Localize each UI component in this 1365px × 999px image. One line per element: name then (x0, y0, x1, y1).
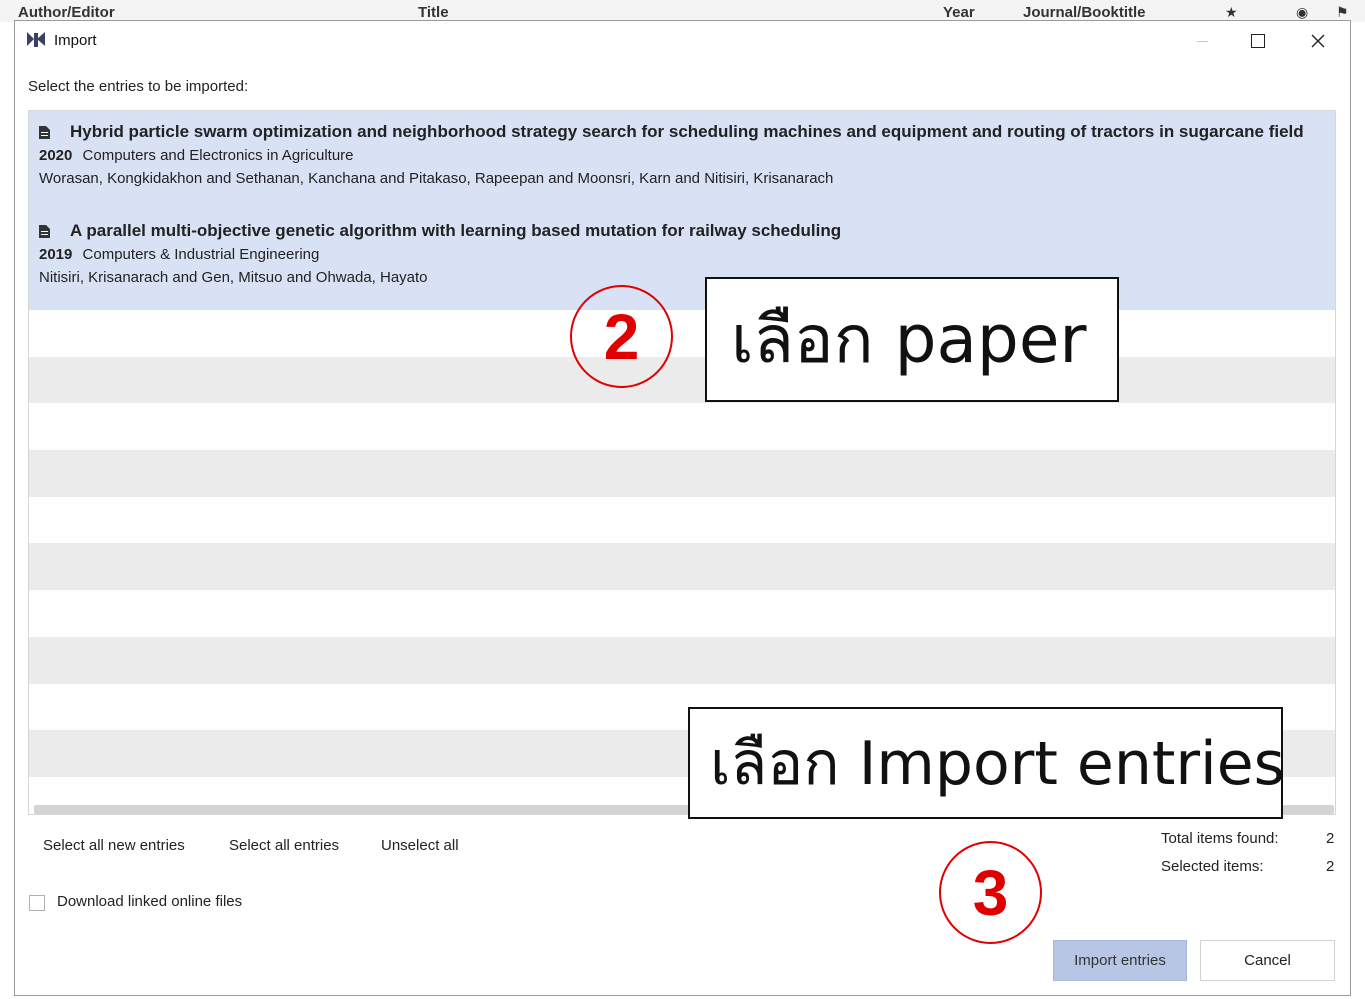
column-header-year[interactable]: Year (943, 4, 975, 21)
cancel-label: Cancel (1244, 952, 1291, 969)
selected-items-label: Selected items: (1161, 858, 1264, 875)
entry-journal: Computers & Industrial Engineering (82, 246, 320, 263)
background-table-header: Author/Editor Title Year Journal/Booktit… (0, 0, 1365, 22)
entry-authors: Nitisiri, Krisanarach and Gen, Mitsuo an… (39, 269, 428, 286)
star-icon[interactable]: ★ (1225, 4, 1238, 21)
close-icon (1311, 34, 1325, 48)
step-3-marker: 3 (939, 841, 1042, 944)
entry-year: 2020 (39, 147, 73, 164)
step-2-marker: 2 (570, 285, 673, 388)
select-import-text: เลือก Import entries (710, 728, 1285, 799)
selected-items-value: 2 (1326, 858, 1335, 875)
jabref-logo-icon (27, 32, 45, 47)
entry-journal: Computers and Electronics in Agriculture (82, 147, 354, 164)
list-item[interactable]: Hybrid particle swarm optimization and n… (39, 121, 1334, 187)
eye-icon[interactable]: ◉ (1296, 4, 1308, 21)
list-item[interactable]: A parallel multi-objective genetic algor… (39, 220, 1334, 286)
minimize-icon (1196, 40, 1208, 42)
entry-authors: Worasan, Kongkidakhon and Sethanan, Kanc… (39, 170, 834, 187)
column-header-title[interactable]: Title (418, 4, 449, 21)
flag-icon[interactable]: ⚑ (1336, 4, 1349, 21)
download-files-checkbox[interactable] (29, 895, 45, 911)
entry-title: Hybrid particle swarm optimization and n… (70, 122, 1304, 141)
entry-title: A parallel multi-objective genetic algor… (70, 221, 842, 240)
maximize-button[interactable] (1235, 25, 1281, 57)
instruction-text: Select the entries to be imported: (28, 78, 249, 95)
total-items-label: Total items found: (1161, 830, 1279, 847)
step-3-number: 3 (972, 856, 1009, 929)
download-files-label[interactable]: Download linked online files (57, 893, 242, 910)
total-items-value: 2 (1326, 830, 1335, 847)
close-button[interactable] (1295, 25, 1341, 57)
step-2-number: 2 (603, 300, 640, 373)
document-icon (39, 224, 50, 238)
maximize-icon (1251, 34, 1265, 48)
column-header-journal[interactable]: Journal/Booktitle (1023, 4, 1146, 21)
cancel-button[interactable]: Cancel (1200, 940, 1335, 981)
select-paper-callout: เลือก paper (705, 277, 1119, 402)
document-icon (39, 125, 50, 139)
select-all-new-entries-button[interactable]: Select all new entries (43, 837, 185, 854)
import-dialog: Import Select the entries to be imported… (14, 20, 1351, 996)
title-bar: Import (15, 21, 1350, 61)
minimize-button[interactable] (1179, 25, 1225, 57)
import-entries-label: Import entries (1074, 952, 1166, 969)
unselect-all-button[interactable]: Unselect all (381, 837, 459, 854)
window-title: Import (54, 32, 97, 49)
select-import-callout: เลือก Import entries (688, 707, 1285, 819)
import-entries-button[interactable]: Import entries (1053, 940, 1187, 981)
column-header-author[interactable]: Author/Editor (18, 4, 115, 21)
entry-year: 2019 (39, 246, 73, 263)
select-paper-text: เลือก paper (731, 301, 1087, 378)
select-all-entries-button[interactable]: Select all entries (229, 837, 339, 854)
